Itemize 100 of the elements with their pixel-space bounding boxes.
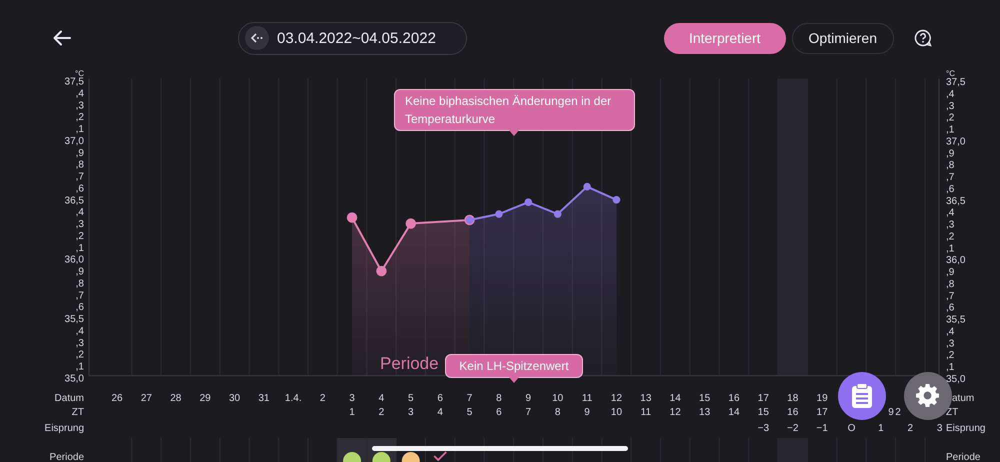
axis-label: ,9	[946, 267, 954, 278]
date-label: 17	[758, 393, 769, 404]
axis-label: ,1	[946, 124, 954, 136]
row-label: Eisprung	[44, 423, 84, 434]
date-label: 7	[466, 393, 472, 404]
axis-label: ,4	[946, 326, 954, 338]
axis-label: ,1	[76, 242, 84, 254]
axis-label: 37,0	[64, 136, 84, 147]
axis-label: 35,0	[64, 374, 84, 384]
axis-label: ,2	[946, 231, 954, 242]
axis-label: ,6	[946, 302, 954, 314]
axis-label: ,8	[76, 160, 84, 171]
ovulation-day-label: −3	[758, 423, 770, 434]
axis-label: ,6	[76, 183, 84, 194]
axis-label: ,2	[76, 230, 84, 242]
cycle-day-label: 5	[466, 407, 472, 418]
date-label: 3	[349, 393, 355, 404]
date-label: 19	[816, 393, 828, 404]
date-label: 6	[437, 393, 443, 404]
cycle-day-label: 10	[610, 407, 622, 418]
date-label: 16	[728, 393, 740, 404]
axis-label: ,7	[76, 172, 84, 183]
date-label: 28	[170, 393, 182, 404]
cycle-day-label: 13	[699, 407, 710, 418]
row-label: Periode	[50, 452, 84, 462]
axis-label: 37,5	[946, 77, 966, 88]
date-label: 12	[610, 393, 622, 404]
axis-label: ,1	[76, 362, 84, 373]
date-label: 4	[378, 393, 384, 404]
date-label: 30	[228, 393, 240, 404]
date-label: 14	[670, 393, 681, 404]
axis-label: ,3	[76, 219, 84, 230]
date-label: 2	[320, 393, 326, 404]
axis-label: 35,0	[946, 374, 966, 385]
axis-label: 37,5	[64, 76, 84, 88]
axis-label: 37,0	[946, 136, 966, 148]
cycle-day-label: 15	[758, 407, 769, 418]
cycle-day-label: 11	[640, 407, 652, 418]
ovulation-day-label: −1	[816, 423, 828, 434]
cycle-day-label: 3	[408, 407, 414, 418]
date-label: 26	[111, 393, 123, 404]
axis-label: 36,0	[946, 255, 966, 266]
date-label: 11	[582, 393, 592, 404]
axis-label: ,7	[946, 172, 954, 184]
date-label: 15	[699, 393, 710, 404]
cycle-day-label: 8	[554, 407, 560, 418]
axis-label: ,2	[946, 350, 954, 362]
axis-label: ,4	[76, 88, 84, 100]
axis-label: ,1	[946, 362, 954, 374]
row-label: Datum	[54, 393, 84, 404]
axis-label: ,9	[76, 266, 84, 278]
axis-label: ,7	[946, 290, 954, 302]
phase-label: Periode	[380, 354, 439, 373]
date-label: 18	[787, 393, 798, 404]
axis-label: 36,5	[946, 196, 966, 207]
date-label: 10	[552, 393, 564, 404]
row-label: atum	[952, 393, 974, 404]
ovulation-day-label: O	[848, 423, 856, 434]
axis-label: ,4	[76, 207, 84, 218]
axis-label: ,4	[946, 88, 954, 100]
cycle-day-label: 12	[670, 407, 681, 418]
axis-label: ,6	[946, 184, 954, 195]
row-label: ZT	[72, 407, 84, 418]
cycle-day-label: 2	[378, 407, 384, 418]
date-range-field[interactable]: 03.04.2022~04.05.2022	[238, 22, 467, 54]
date-label: 5	[408, 393, 414, 404]
row-label: Eisprung	[946, 423, 986, 434]
date-label: 9	[526, 393, 532, 404]
axis-label: ,1	[946, 243, 954, 254]
axis-label: 35,5	[946, 314, 966, 326]
unit-label: °C	[75, 69, 84, 78]
axis-label: 35,5	[64, 314, 84, 326]
unit-label: °C	[946, 69, 955, 78]
cycle-day-label: 2	[895, 407, 901, 418]
cycle-day-label: 9	[584, 407, 590, 418]
axis-label: ,8	[946, 160, 954, 172]
cycle-day-label: 9	[888, 407, 894, 418]
date-range: 03.04.2022~04.05.2022	[277, 30, 436, 46]
date-label: 1.4.	[284, 393, 302, 404]
ovulation-day-label: −2	[787, 423, 798, 434]
cycle-day-label: 16	[787, 407, 798, 418]
ovulation-day-label: 3	[936, 423, 942, 434]
axis-label: ,3	[946, 100, 954, 112]
cycle-day-label: 17	[816, 407, 828, 418]
axis-label: ,3	[946, 220, 954, 231]
axis-label: ,2	[946, 112, 954, 124]
tooltip: Kein LH-Spitzenwert	[445, 354, 583, 378]
axis-label: ,3	[76, 100, 84, 112]
axis-label: ,2	[76, 350, 84, 361]
axis-label: 36,5	[64, 195, 84, 206]
axis-label: ,3	[76, 338, 84, 349]
tab[interactable]: Optimieren	[792, 22, 894, 54]
date-label: 8	[496, 393, 502, 404]
axis-label: ,1	[76, 124, 84, 136]
axis-label: 36,0	[64, 254, 84, 266]
cycle-day-label: 14	[728, 407, 740, 418]
cycle-day-label: 6	[496, 407, 502, 418]
axis-label: ,6	[76, 302, 84, 314]
ovulation-day-label: 1	[878, 423, 884, 434]
cycle-day-label: 4	[437, 407, 443, 418]
